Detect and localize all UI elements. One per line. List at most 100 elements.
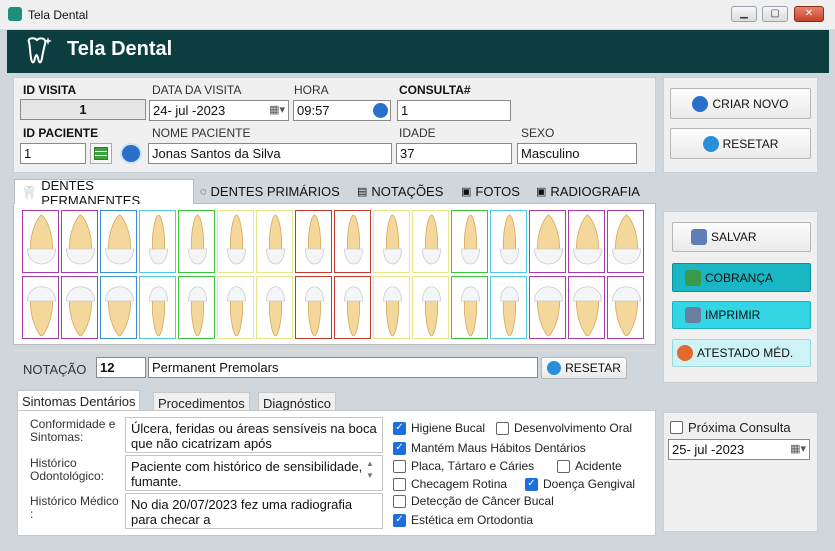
lower-tooth-4[interactable] — [139, 276, 176, 339]
checkbox-icon[interactable]: ✓ — [393, 513, 406, 527]
lower-tooth-7[interactable] — [256, 276, 293, 339]
upper-tooth-7[interactable] — [256, 210, 293, 273]
tab-dentes-permanentes[interactable]: 🦷 DENTES PERMANENTES — [14, 178, 194, 208]
upper-tooth-10[interactable] — [373, 210, 410, 273]
historico-odonto-textarea[interactable]: Paciente com histórico de sensibilidade,… — [125, 455, 383, 491]
lower-tooth-11[interactable] — [412, 276, 449, 339]
checkbox-icon[interactable] — [557, 459, 570, 473]
lower-tooth-2[interactable] — [61, 276, 98, 339]
lower-tooth-13[interactable] — [490, 276, 527, 339]
lower-tooth-12[interactable] — [451, 276, 488, 339]
notacao-reset-button[interactable]: RESETAR — [541, 357, 627, 379]
cobranca-button[interactable]: COBRANÇA — [672, 263, 811, 292]
tooth-icon — [534, 214, 563, 265]
resetar-button[interactable]: RESETAR — [670, 128, 811, 159]
tab-fotos[interactable]: ▣ FOTOS — [461, 184, 520, 199]
cobranca-label: COBRANÇA — [705, 270, 774, 285]
upper-tooth-13[interactable] — [490, 210, 527, 273]
subtab-sintomas[interactable]: Sintomas Dentários — [17, 390, 141, 412]
scroll-arrows-icon[interactable]: ▲ ▼ — [366, 458, 374, 482]
upper-tooth-16[interactable] — [607, 210, 644, 273]
lower-tooth-15[interactable] — [568, 276, 605, 339]
proxima-consulta-date[interactable]: 25- jul -2023 ▦▾ — [668, 439, 810, 460]
check-checagem-rotina[interactable]: Checagem Rotina — [393, 477, 507, 491]
id-paciente-field[interactable]: 1 — [20, 143, 86, 164]
maximize-button[interactable]: ▢ — [762, 6, 788, 22]
upper-tooth-5[interactable] — [178, 210, 215, 273]
proxima-consulta-check[interactable]: Próxima Consulta — [670, 420, 791, 435]
upper-tooth-9[interactable] — [334, 210, 371, 273]
check-estetica-ortodontia[interactable]: ✓ Estética em Ortodontia — [393, 513, 533, 527]
notacao-label: NOTAÇÃO — [23, 362, 87, 377]
teeth-grid — [13, 204, 656, 345]
salvar-button[interactable]: SALVAR — [672, 222, 811, 252]
check-placa-tartaro[interactable]: Placa, Tártaro e Cáries — [393, 459, 534, 473]
lower-tooth-8[interactable] — [295, 276, 332, 339]
tooth-icon — [227, 214, 246, 265]
tab-notacoes[interactable]: ▤ NOTAÇÕES — [357, 184, 443, 199]
minimize-button[interactable]: ▁ — [731, 6, 757, 22]
upper-tooth-15[interactable] — [568, 210, 605, 273]
consulta-field[interactable]: 1 — [397, 100, 511, 121]
check-label: Placa, Tártaro e Cáries — [411, 459, 535, 473]
lower-tooth-3[interactable] — [100, 276, 137, 339]
checkbox-icon[interactable]: ✓ — [393, 421, 406, 435]
check-maus-habitos[interactable]: ✓ Mantém Maus Hábitos Dentários — [393, 441, 586, 455]
data-visita-field[interactable]: 24- jul -2023 ▦▾ — [149, 100, 289, 121]
atestado-button[interactable]: ATESTADO MÉD. — [672, 339, 811, 367]
check-doenca-gengival[interactable]: ✓ Doença Gengival — [525, 477, 635, 491]
conformidade-textarea[interactable]: Úlcera, feridas ou áreas sensíveis na bo… — [125, 417, 383, 453]
refresh-icon — [547, 361, 562, 375]
subtab-strip — [13, 388, 656, 389]
tab-radiografia[interactable]: ▣ RADIOGRAFIA — [536, 184, 640, 199]
hora-field[interactable]: 09:57 — [293, 100, 391, 121]
upper-tooth-12[interactable] — [451, 210, 488, 273]
sexo-field[interactable]: Masculino — [517, 143, 637, 164]
upper-tooth-14[interactable] — [529, 210, 566, 273]
upper-tooth-8[interactable] — [295, 210, 332, 273]
lower-tooth-5[interactable] — [178, 276, 215, 339]
upper-tooth-11[interactable] — [412, 210, 449, 273]
lower-tooth-6[interactable] — [217, 276, 254, 339]
check-cancer-bucal[interactable]: Detecção de Câncer Bucal — [393, 494, 554, 508]
new-patient-icon[interactable] — [120, 143, 142, 164]
checkbox-icon[interactable]: ✓ — [393, 441, 406, 455]
lower-tooth-16[interactable] — [607, 276, 644, 339]
checkbox-icon[interactable] — [393, 459, 406, 473]
check-acidente[interactable]: Acidente — [557, 459, 622, 473]
close-button[interactable]: ✕ — [794, 6, 824, 22]
checkbox-icon[interactable] — [393, 494, 406, 508]
historico-medico-textarea[interactable]: No dia 20/07/2023 fez uma radiografia pa… — [125, 493, 383, 529]
criar-novo-button[interactable]: CRIAR NOVO — [670, 88, 811, 119]
tooth-icon — [573, 214, 602, 265]
lifebuoy-icon — [677, 345, 693, 361]
checkbox-icon[interactable] — [670, 421, 683, 434]
upper-tooth-2[interactable] — [61, 210, 98, 273]
calendar-dropdown-icon[interactable]: ▦▾ — [269, 103, 285, 116]
calendar-dropdown-icon[interactable]: ▦▾ — [790, 442, 806, 455]
lower-tooth-10[interactable] — [373, 276, 410, 339]
upper-tooth-4[interactable] — [139, 210, 176, 273]
notacao-name-field[interactable]: Permanent Premolars — [148, 357, 538, 378]
tooth-icon — [305, 214, 324, 265]
check-desenvolvimento-oral[interactable]: Desenvolvimento Oral — [496, 421, 632, 435]
lower-tooth-1[interactable] — [22, 276, 59, 339]
idade-field[interactable]: 37 — [396, 143, 512, 164]
upper-tooth-3[interactable] — [100, 210, 137, 273]
checkbox-icon[interactable]: ✓ — [525, 477, 538, 491]
notacao-code-field[interactable]: 12 — [96, 357, 146, 378]
table-lookup-button[interactable] — [90, 143, 112, 164]
checkbox-icon[interactable] — [393, 477, 406, 491]
clock-icon[interactable] — [373, 103, 388, 118]
tab-dentes-primarios[interactable]: ◌ DENTES PRIMÁRIOS — [200, 184, 340, 199]
nome-field[interactable]: Jonas Santos da Silva — [148, 143, 392, 164]
lower-tooth-14[interactable] — [529, 276, 566, 339]
checkbox-icon[interactable] — [496, 421, 509, 435]
tooth-logo-icon — [27, 37, 52, 64]
imprimir-button[interactable]: IMPRIMIR — [672, 301, 811, 329]
check-higiene-bucal[interactable]: ✓ Higiene Bucal — [393, 421, 485, 435]
upper-tooth-1[interactable] — [22, 210, 59, 273]
upper-tooth-6[interactable] — [217, 210, 254, 273]
lower-tooth-9[interactable] — [334, 276, 371, 339]
tooth-icon — [105, 286, 134, 337]
